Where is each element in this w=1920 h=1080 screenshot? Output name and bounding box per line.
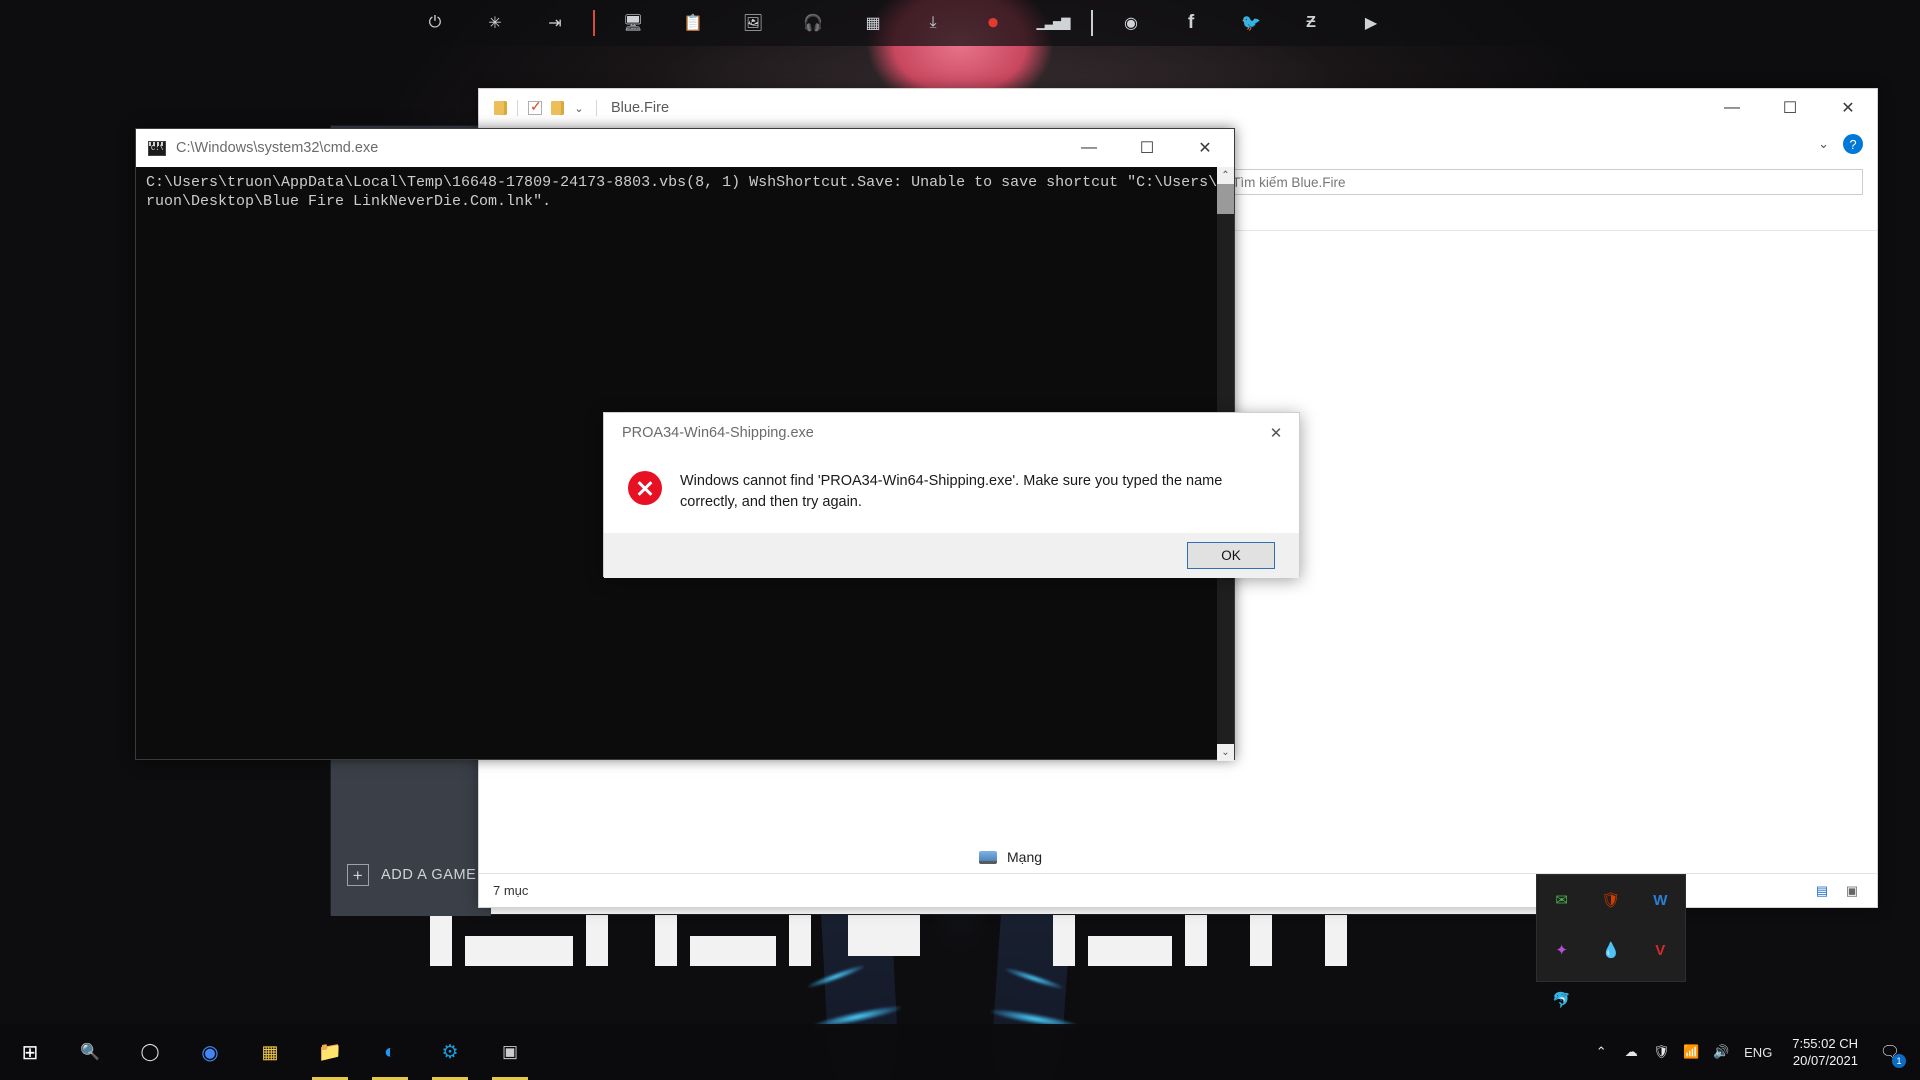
youtube-icon[interactable]: ▶	[1341, 0, 1401, 46]
explorer-close-button[interactable]: ✕	[1819, 89, 1877, 127]
water-drop-icon[interactable]: 💧	[1600, 939, 1622, 961]
image-icon[interactable]: 🖼	[723, 0, 783, 46]
explorer-maximize-button[interactable]: ☐	[1761, 89, 1819, 127]
logout-icon[interactable]: ⇥	[525, 0, 585, 46]
colorful-app-icon[interactable]: ✦	[1551, 939, 1573, 961]
dialog-message: Windows cannot find 'PROA34-Win64-Shippi…	[680, 471, 1270, 513]
explorer-title-bar[interactable]: ⌄ Blue.Fire — ☐ ✕	[479, 89, 1877, 127]
security-shield-icon[interactable]: 🛡	[1600, 889, 1622, 911]
cmd-output-line-2: ruon\Desktop\Blue Fire LinkNeverDie.Com.…	[146, 193, 551, 210]
search-placeholder: Tìm kiếm Blue.Fire	[1232, 175, 1345, 190]
language-indicator[interactable]: ENG	[1736, 1024, 1780, 1080]
error-dialog[interactable]: PROA34-Win64-Shipping.exe ✕ Windows cann…	[603, 412, 1300, 577]
item-count-label: 7 mục	[493, 883, 528, 898]
details-view-button[interactable]: ▤	[1811, 881, 1833, 901]
ok-button[interactable]: OK	[1187, 542, 1275, 569]
system-tray[interactable]: ⌃ ☁ 🛡 📶 🔊 ENG 7:55:02 CH 20/07/2021 🗨 1	[1586, 1024, 1920, 1080]
list-icon[interactable]: 📋	[663, 0, 723, 46]
qat-folder-icon-1[interactable]	[489, 97, 511, 119]
cmd-maximize-button[interactable]: ☐	[1118, 129, 1176, 167]
discord-icon[interactable]: ◉	[1101, 0, 1161, 46]
sparkle-icon[interactable]: ✳	[465, 0, 525, 46]
grid-icon[interactable]: ▦	[843, 0, 903, 46]
help-icon[interactable]: ?	[1843, 134, 1863, 154]
large-icons-view-button[interactable]: ▣	[1841, 881, 1863, 901]
twitter-icon[interactable]: 🐦	[1221, 0, 1281, 46]
dialog-body: Windows cannot find 'PROA34-Win64-Shippi…	[604, 453, 1299, 533]
notification-badge: 1	[1892, 1054, 1906, 1068]
power-icon[interactable]: ⏻	[405, 0, 465, 46]
monitor-icon[interactable]: 🖥	[603, 0, 663, 46]
scroll-down-icon[interactable]: ⌄	[1217, 744, 1234, 761]
explorer-minimize-button[interactable]: —	[1703, 89, 1761, 127]
qat-divider-1	[517, 100, 518, 116]
task-view-icon[interactable]: ◯	[120, 1024, 180, 1080]
sidebar-item-label: Mạng	[1007, 849, 1042, 865]
search-input[interactable]: 🔍 Tìm kiếm Blue.Fire	[1199, 169, 1863, 195]
mail-offline-icon[interactable]: ✉	[1551, 889, 1573, 911]
dialog-title-text: PROA34-Win64-Shipping.exe	[622, 425, 814, 441]
record-icon[interactable]: ⏺	[963, 0, 1023, 46]
taskbar[interactable]: ⊞ 🔍 ◯ ◉ ▦ 📁 ◐ ⚙ ▣ ⌃ ☁ 🛡 📶 🔊 ENG 7:55:02 …	[0, 1024, 1920, 1080]
signal-icon[interactable]: ▁▃▅▇	[1023, 0, 1083, 46]
cmd-close-button[interactable]: ✕	[1176, 129, 1234, 167]
clock-date: 20/07/2021	[1792, 1052, 1858, 1069]
file-explorer-icon[interactable]: 📁	[300, 1024, 360, 1080]
cmd-title-text: C:\Windows\system32\cmd.exe	[176, 140, 378, 156]
volume-icon[interactable]: 🔊	[1706, 1024, 1736, 1080]
store-icon[interactable]: ▦	[240, 1024, 300, 1080]
chevron-up-icon[interactable]: ⌃	[1586, 1024, 1616, 1080]
search-icon[interactable]: 🔍	[60, 1024, 120, 1080]
scrollbar-thumb[interactable]	[1217, 184, 1234, 214]
qat-divider-2	[596, 100, 597, 116]
scroll-up-icon[interactable]: ⌃	[1217, 167, 1234, 184]
chevron-down-icon[interactable]: ⌄	[568, 97, 590, 119]
ribbon-collapse-icon[interactable]: ⌄	[1818, 136, 1829, 152]
wps-icon[interactable]: W	[1649, 889, 1671, 911]
clock-time: 7:55:02 CH	[1792, 1035, 1858, 1052]
cmd-output-line-1: C:\Users\truon\AppData\Local\Temp\16648-…	[146, 174, 1226, 191]
cmd-title-bar[interactable]: C:\Windows\system32\cmd.exe — ☐ ✕	[136, 129, 1234, 167]
qat-folder-icon-2[interactable]	[546, 97, 568, 119]
cmd-minimize-button[interactable]: —	[1060, 129, 1118, 167]
cmd-caption-buttons[interactable]: — ☐ ✕	[1060, 129, 1234, 167]
start-button[interactable]: ⊞	[0, 1024, 60, 1080]
zing-icon[interactable]: Ƶ	[1281, 0, 1341, 46]
add-a-game-label: ADD A GAME	[381, 867, 476, 883]
overlay-separator-white	[1091, 10, 1093, 36]
add-a-game-button[interactable]: + ADD A GAME	[347, 864, 476, 886]
facebook-icon[interactable]: f	[1161, 0, 1221, 46]
dialog-footer: OK	[604, 533, 1299, 578]
tray-overflow-flyout[interactable]: ✉ 🛡 W ✦ 💧 V 🐬	[1536, 874, 1686, 982]
shield-icon[interactable]: 🛡	[1646, 1024, 1676, 1080]
explorer-caption-buttons[interactable]: — ☐ ✕	[1703, 89, 1877, 127]
download-icon[interactable]: ⤓	[903, 0, 963, 46]
dialog-close-button[interactable]: ✕	[1253, 413, 1299, 453]
network-icon[interactable]: 📶	[1676, 1024, 1706, 1080]
overlay-separator-red	[593, 10, 595, 36]
sidebar-item-network[interactable]: Mạng	[979, 849, 1042, 865]
clock[interactable]: 7:55:02 CH 20/07/2021	[1780, 1035, 1870, 1069]
steam-icon[interactable]: ⚙	[420, 1024, 480, 1080]
cmd-icon	[148, 141, 166, 156]
view-mode-buttons[interactable]: ▤ ▣	[1811, 881, 1863, 901]
overlay-toolbar[interactable]: ⏻ ✳ ⇥ 🖥 📋 🖼 🎧 ▦ ⤓ ⏺ ▁▃▅▇ ◉ f 🐦 Ƶ ▶	[0, 0, 1920, 46]
qat-properties-icon[interactable]	[524, 97, 546, 119]
network-icon	[979, 851, 997, 864]
cmd-icon[interactable]: ▣	[480, 1024, 540, 1080]
error-icon	[628, 471, 662, 505]
plus-icon: +	[347, 864, 369, 886]
action-center-icon[interactable]: 🗨 1	[1870, 1024, 1910, 1080]
chrome-icon[interactable]: ◉	[180, 1024, 240, 1080]
edge-icon[interactable]: ◐	[360, 1024, 420, 1080]
dolphin-icon[interactable]: 🐬	[1551, 989, 1573, 1011]
onedrive-icon[interactable]: ☁	[1616, 1024, 1646, 1080]
vegas-icon[interactable]: V	[1649, 939, 1671, 961]
explorer-title-text: Blue.Fire	[611, 100, 669, 116]
dialog-title-bar[interactable]: PROA34-Win64-Shipping.exe ✕	[604, 413, 1299, 453]
headphones-icon[interactable]: 🎧	[783, 0, 843, 46]
